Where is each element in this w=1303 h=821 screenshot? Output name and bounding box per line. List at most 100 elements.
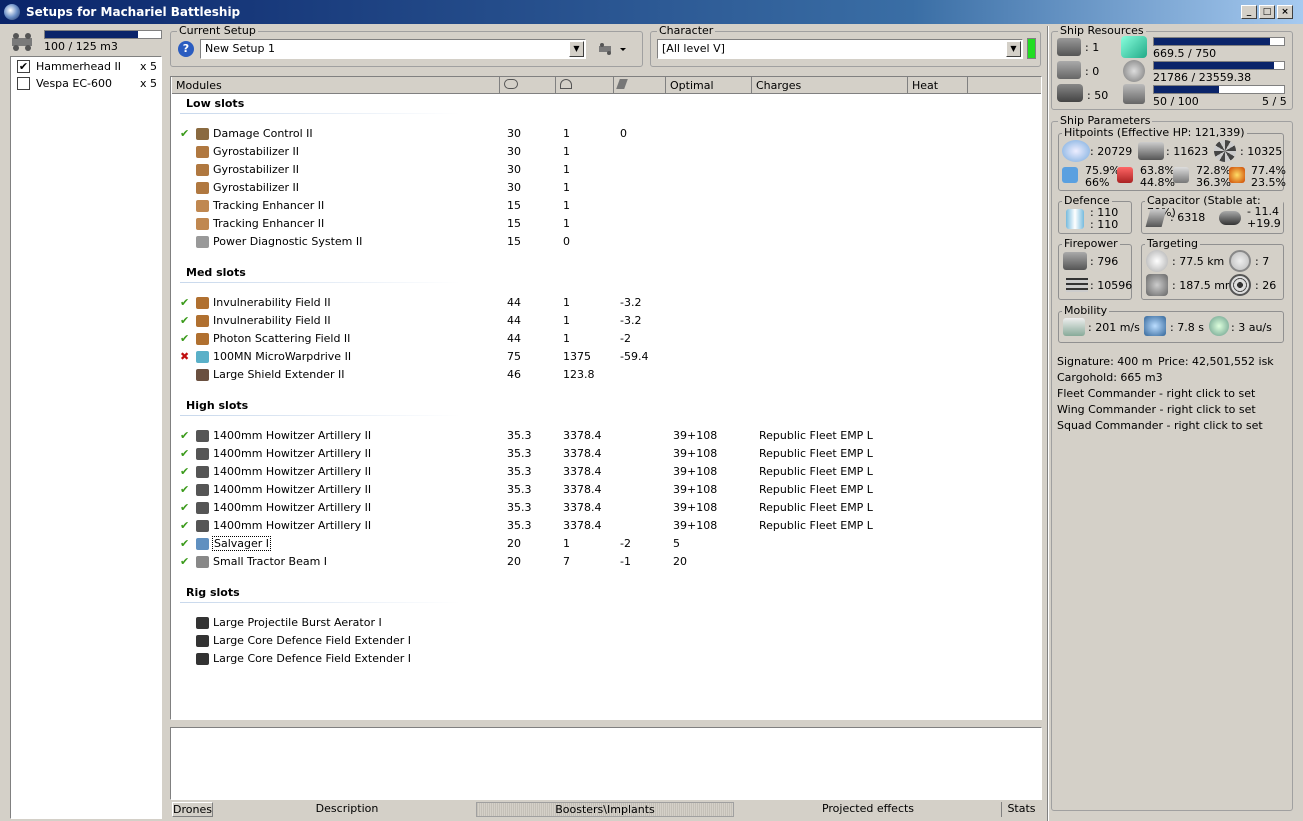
window-titlebar: Setups for Machariel Battleship _ □ × — [0, 0, 1303, 24]
module-row[interactable]: ✔ 1400mm Howitzer Artillery II 35.3 3378.4 3… — [172, 427, 1032, 445]
setup-options-button[interactable] — [597, 41, 629, 57]
tab-boosters-implants[interactable]: Boosters\Implants — [476, 802, 734, 817]
column-charges[interactable]: Charges — [752, 77, 908, 94]
module-row[interactable]: ✔ 1400mm Howitzer Artillery II 35.3 3378.4 3… — [172, 445, 1032, 463]
volley-damage: : 796 — [1090, 255, 1119, 268]
module-row[interactable]: Large Core Defence Field Extender I — [172, 632, 1032, 650]
section-divider — [180, 415, 460, 416]
column-optimal[interactable]: Optimal — [666, 77, 752, 94]
help-icon[interactable]: ? — [178, 41, 194, 57]
module-row[interactable]: Tracking Enhancer II 15 1 — [172, 215, 1032, 233]
module-powergrid: 1 — [563, 181, 570, 194]
cpu-icon — [1121, 36, 1147, 58]
maximize-button[interactable]: □ — [1259, 5, 1275, 19]
module-state-icon: ✔ — [180, 429, 190, 442]
module-name: Invulnerability Field II — [213, 314, 331, 327]
tab-drones[interactable]: Drones — [172, 802, 213, 817]
column-capacitor[interactable] — [614, 77, 666, 94]
module-state-icon: ✔ — [180, 296, 190, 309]
module-name: 100MN MicroWarpdrive II — [213, 350, 352, 363]
wing-commander[interactable]: Wing Commander - right click to set — [1057, 403, 1256, 416]
powergrid-icon — [560, 79, 572, 89]
module-row[interactable]: ✔ Damage Control II 30 1 0 — [172, 125, 1032, 143]
column-heat[interactable]: Heat — [908, 77, 968, 94]
sensor-strength: : 26 — [1255, 279, 1277, 292]
fleet-commander[interactable]: Fleet Commander - right click to set — [1057, 387, 1255, 400]
module-state-icon: ✔ — [180, 537, 190, 550]
module-row[interactable]: ✔ Invulnerability Field II 44 1 -3.2 — [172, 294, 1032, 312]
max-targets: : 7 — [1255, 255, 1270, 268]
close-button[interactable]: × — [1277, 5, 1293, 19]
module-row[interactable]: ✔ Salvager I 20 1 -2 5 — [172, 535, 1032, 553]
calibration: : 50 — [1087, 89, 1109, 102]
window-title: Setups for Machariel Battleship — [26, 5, 241, 19]
chevron-down-icon[interactable]: ▼ — [1006, 41, 1021, 57]
resist-kinetic: 72.8% 36.3% — [1196, 165, 1231, 189]
module-powergrid: 3378.4 — [563, 501, 602, 514]
module-row[interactable]: ✔ 1400mm Howitzer Artillery II 35.3 3378.4 3… — [172, 517, 1032, 535]
tractor-beam-icon — [196, 556, 209, 568]
module-row[interactable]: ✔ Invulnerability Field II 44 1 -3.2 — [172, 312, 1032, 330]
defence-icon — [1066, 209, 1084, 229]
chevron-down-icon[interactable]: ▼ — [569, 41, 584, 57]
splitter[interactable] — [1047, 26, 1049, 821]
module-row[interactable]: Power Diagnostic System II 15 0 — [172, 233, 1032, 251]
setup-select[interactable]: New Setup 1 ▼ — [200, 39, 586, 59]
tab-description[interactable]: Description — [214, 802, 480, 817]
cpu-bar — [1153, 37, 1285, 46]
drone-list[interactable]: ✔ Hammerhead II x 5 Vespa EC-600 x 5 — [10, 56, 162, 819]
tab-projected-effects[interactable]: Projected effects — [735, 802, 1001, 817]
capacitor-delta-2: +19.9 — [1247, 217, 1281, 230]
tab-stats[interactable]: Stats — [1001, 802, 1041, 817]
gyrostabilizer-icon — [196, 146, 209, 158]
module-row[interactable]: ✔ Photon Scattering Field II 44 1 -2 — [172, 330, 1032, 348]
module-name: Tracking Enhancer II — [213, 217, 325, 230]
gyrostabilizer-icon — [196, 182, 209, 194]
info-textbox[interactable] — [170, 727, 1042, 800]
character-select[interactable]: [All level V] ▼ — [657, 39, 1023, 59]
module-optimal: 39+108 — [673, 429, 718, 442]
module-powergrid: 1 — [563, 127, 570, 140]
module-powergrid: 3378.4 — [563, 447, 602, 460]
module-state-icon: ✔ — [180, 314, 190, 327]
drone-item[interactable]: Vespa EC-600 x 5 — [17, 76, 157, 92]
module-name: 1400mm Howitzer Artillery II — [213, 447, 372, 460]
module-powergrid: 1 — [563, 332, 570, 345]
dps-icon — [1066, 278, 1088, 292]
squad-commander[interactable]: Squad Commander - right click to set — [1057, 419, 1263, 432]
module-charge: Republic Fleet EMP L — [759, 519, 873, 532]
module-cpu: 35.3 — [507, 465, 532, 478]
module-cpu: 35.3 — [507, 483, 532, 496]
column-cpu[interactable] — [500, 77, 556, 94]
module-cpu: 30 — [507, 145, 521, 158]
dps: : 10596 — [1090, 279, 1133, 292]
module-row[interactable]: Gyrostabilizer II 30 1 — [172, 161, 1032, 179]
active-drones: 5 / 5 — [1262, 95, 1287, 108]
module-row[interactable]: ✖ 100MN MicroWarpdrive II 75 1375 -59.4 — [172, 348, 1032, 366]
warp-speed: : 3 au/s — [1231, 321, 1272, 334]
module-row[interactable]: ✔ 1400mm Howitzer Artillery II 35.3 3378.4 3… — [172, 499, 1032, 517]
drone-qty: x 5 — [139, 60, 157, 73]
module-row[interactable]: Tracking Enhancer II 15 1 — [172, 197, 1032, 215]
module-row[interactable]: ✔ 1400mm Howitzer Artillery II 35.3 3378.4 3… — [172, 463, 1032, 481]
module-row[interactable]: ✔ 1400mm Howitzer Artillery II 35.3 3378.4 3… — [172, 481, 1032, 499]
warp-speed-icon — [1209, 316, 1229, 336]
module-row[interactable]: Large Shield Extender II 46 123.8 — [172, 366, 1032, 384]
module-row[interactable]: ✔ Small Tractor Beam I 20 7 -1 20 — [172, 553, 1032, 571]
column-powergrid[interactable] — [556, 77, 614, 94]
drone-checkbox[interactable] — [17, 77, 30, 90]
section-divider — [180, 282, 460, 283]
column-modules[interactable]: Modules — [172, 77, 500, 94]
module-row[interactable]: Gyrostabilizer II 30 1 — [172, 143, 1032, 161]
artillery-icon — [196, 430, 209, 442]
drone-item[interactable]: ✔ Hammerhead II x 5 — [17, 59, 157, 75]
section-header: Med slots — [186, 266, 246, 279]
module-row[interactable]: Gyrostabilizer II 30 1 — [172, 179, 1032, 197]
module-row[interactable]: Large Projectile Burst Aerator I — [172, 614, 1032, 632]
module-optimal: 39+108 — [673, 447, 718, 460]
module-cpu: 20 — [507, 537, 521, 550]
module-row[interactable]: Large Core Defence Field Extender I — [172, 650, 1032, 668]
module-state-icon: ✖ — [180, 350, 190, 363]
drone-checkbox[interactable]: ✔ — [17, 60, 30, 73]
minimize-button[interactable]: _ — [1241, 5, 1257, 19]
